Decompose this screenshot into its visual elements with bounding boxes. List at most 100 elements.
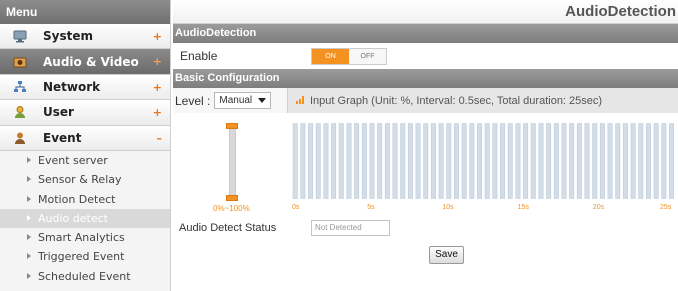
graph-bar xyxy=(607,123,613,199)
graph-bar xyxy=(500,123,506,199)
menu-item-label: User xyxy=(43,105,74,120)
graph-bar xyxy=(407,123,413,199)
graph-bar xyxy=(661,123,667,199)
graph-bar xyxy=(622,123,628,199)
enable-toggle[interactable]: ON OFF xyxy=(311,47,387,65)
menu-item-network[interactable]: Network + xyxy=(0,74,170,101)
graph-bar xyxy=(369,123,375,199)
menu-item-label: Network xyxy=(43,79,101,94)
status-row: Audio Detect Status Not Detected xyxy=(173,215,678,240)
graph-bar xyxy=(346,123,352,199)
submenu-item-scheduled-event[interactable]: Scheduled Event xyxy=(0,267,170,286)
menu-item-event[interactable]: Event – xyxy=(0,125,170,151)
chevron-down-icon xyxy=(258,98,267,103)
x-tick-label: 25s xyxy=(660,204,672,211)
graph-bar xyxy=(553,123,559,199)
graph-bar xyxy=(576,123,582,199)
graph-bar xyxy=(461,123,467,199)
graph-bar xyxy=(384,123,390,199)
submenu-item-triggered-event[interactable]: Triggered Event xyxy=(0,247,170,266)
app-root: Menu System + Audio & Video + Network + xyxy=(0,0,678,291)
threshold-slider-track[interactable] xyxy=(229,125,236,199)
graph-bar xyxy=(592,123,598,199)
enable-row: Enable ON OFF xyxy=(173,43,678,69)
graph-bar xyxy=(300,123,306,199)
expand-icon: + xyxy=(152,80,162,94)
graph-bar xyxy=(331,123,337,199)
graph-bar xyxy=(538,123,544,199)
graph-bar xyxy=(492,123,498,199)
graph-bar xyxy=(653,123,659,199)
network-icon xyxy=(13,80,27,94)
expand-icon: + xyxy=(152,55,162,69)
graph-bar xyxy=(477,123,482,199)
graph-bar xyxy=(630,123,636,199)
collapse-icon: – xyxy=(156,131,163,145)
menu-item-system[interactable]: System + xyxy=(0,24,170,50)
graph-bar xyxy=(584,123,590,199)
graph-bar xyxy=(338,123,344,199)
enable-label: Enable xyxy=(180,49,218,63)
submenu-item-sensor-relay[interactable]: Sensor & Relay xyxy=(0,170,170,189)
submenu-item-event-server[interactable]: Event server xyxy=(0,151,170,170)
menu-item-audio-video[interactable]: Audio & Video + xyxy=(0,49,170,75)
level-select-value: Manual xyxy=(219,95,253,106)
graph-bar xyxy=(415,123,421,199)
audio-detect-status-field: Not Detected xyxy=(311,219,390,236)
graph-bar xyxy=(669,123,674,199)
input-graph-area: 0%~100% 0s 5s 10s 15s 20s 25s xyxy=(173,113,678,215)
page-title: AudioDetection xyxy=(173,0,678,24)
menu-item-label: Event xyxy=(43,130,82,145)
graph-bar xyxy=(507,123,513,199)
graph-bar xyxy=(615,123,621,199)
menu-item-user[interactable]: User + xyxy=(0,100,170,126)
graph-info-text: Input Graph (Unit: %, Interval: 0.5sec, … xyxy=(310,94,603,107)
graph-bar xyxy=(638,123,644,199)
graph-bar xyxy=(377,123,383,199)
graph-bar xyxy=(423,123,429,199)
audio-video-icon xyxy=(13,55,27,69)
section-header-audio-detection: AudioDetection xyxy=(173,24,678,43)
graph-bar xyxy=(292,123,298,199)
graph-bar xyxy=(323,123,329,199)
graph-bar xyxy=(308,123,314,199)
signal-bars-icon xyxy=(296,95,304,107)
event-icon xyxy=(13,131,27,145)
graph-bar xyxy=(599,123,605,199)
section-header-basic-configuration: Basic Configuration xyxy=(173,69,678,88)
graph-bar xyxy=(523,123,529,199)
graph-bar xyxy=(392,123,398,199)
x-tick-label: 15s xyxy=(517,204,529,211)
graph-bar xyxy=(430,123,436,199)
main-panel: AudioDetection AudioDetection Enable ON … xyxy=(173,0,678,291)
threshold-slider-handle-top[interactable] xyxy=(226,123,238,129)
input-graph xyxy=(292,123,674,199)
level-row: Level : Manual Input Graph (Unit: %, Int… xyxy=(173,88,678,113)
expand-icon: + xyxy=(152,106,162,120)
x-tick-label: 5s xyxy=(367,204,375,211)
save-button[interactable]: Save xyxy=(429,246,464,264)
sidebar-menu: Menu System + Audio & Video + Network + xyxy=(0,0,171,291)
threshold-slider-handle-bottom[interactable] xyxy=(226,195,238,201)
event-submenu: Event server Sensor & Relay Motion Detec… xyxy=(0,150,170,287)
graph-bar xyxy=(546,123,552,199)
graph-bar xyxy=(400,123,406,199)
submenu-item-audio-detect[interactable]: Audio detect xyxy=(0,208,170,229)
expand-icon: + xyxy=(152,30,162,43)
submenu-item-smart-analytics[interactable]: Smart Analytics xyxy=(0,228,170,247)
audio-detect-status-label: Audio Detect Status xyxy=(179,221,277,234)
level-select[interactable]: Manual xyxy=(214,92,272,109)
toggle-off-button[interactable]: OFF xyxy=(349,48,386,64)
user-icon xyxy=(13,105,27,119)
system-icon xyxy=(13,29,27,43)
level-label-group: Level : Manual xyxy=(173,92,287,109)
graph-bar xyxy=(530,123,536,199)
graph-info-bar: Input Graph (Unit: %, Interval: 0.5sec, … xyxy=(287,88,678,113)
graph-bar xyxy=(561,123,567,199)
menu-item-label: System xyxy=(43,29,93,44)
toggle-on-button[interactable]: ON xyxy=(312,48,349,64)
menu-title: Menu xyxy=(0,0,170,24)
submenu-item-motion-detect[interactable]: Motion Detect xyxy=(0,190,170,209)
x-tick-label: 0s xyxy=(292,204,300,211)
graph-bar xyxy=(315,123,321,199)
